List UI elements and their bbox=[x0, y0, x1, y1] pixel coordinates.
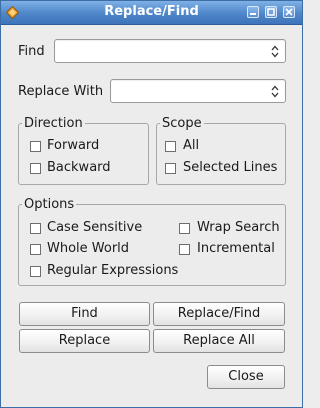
whole-world-checkbox[interactable] bbox=[30, 244, 41, 255]
replace-find-button[interactable]: Replace/Find bbox=[153, 302, 285, 326]
replace-with-label: Replace With bbox=[18, 84, 104, 99]
case-sensitive-checkbox[interactable] bbox=[30, 223, 41, 234]
close-window-button[interactable] bbox=[283, 6, 295, 18]
minimize-icon bbox=[250, 13, 256, 15]
close-button[interactable]: Close bbox=[207, 365, 285, 389]
scope-group bbox=[156, 123, 286, 185]
regular-expressions-checkbox[interactable] bbox=[30, 266, 41, 277]
replace-with-combo[interactable] bbox=[110, 79, 286, 103]
scope-title: Scope bbox=[160, 116, 204, 131]
find-label: Find bbox=[18, 44, 45, 59]
incremental-checkbox[interactable] bbox=[179, 244, 190, 255]
find-combo[interactable] bbox=[54, 39, 286, 63]
selected-lines-checkbox[interactable] bbox=[165, 163, 176, 174]
incremental-label: Incremental bbox=[197, 241, 275, 256]
close-icon bbox=[285, 8, 293, 16]
minimize-button[interactable] bbox=[247, 6, 259, 18]
selected-lines-label: Selected Lines bbox=[183, 160, 278, 175]
updown-arrows-icon bbox=[271, 85, 279, 98]
all-checkbox[interactable] bbox=[165, 141, 176, 152]
options-title: Options bbox=[22, 197, 77, 212]
maximize-icon bbox=[267, 8, 275, 16]
wrap-search-checkbox[interactable] bbox=[179, 223, 190, 234]
all-label: All bbox=[183, 138, 200, 153]
replace-button[interactable]: Replace bbox=[19, 329, 150, 353]
title-bar[interactable]: Replace/Find bbox=[1, 1, 302, 25]
maximize-button[interactable] bbox=[265, 6, 277, 18]
backward-label: Backward bbox=[47, 160, 111, 175]
whole-world-label: Whole World bbox=[47, 241, 130, 256]
backward-checkbox[interactable] bbox=[30, 163, 41, 174]
forward-checkbox[interactable] bbox=[30, 141, 41, 152]
updown-arrows-icon bbox=[271, 45, 279, 58]
case-sensitive-label: Case Sensitive bbox=[47, 220, 143, 235]
replace-all-button[interactable]: Replace All bbox=[153, 329, 285, 353]
find-button[interactable]: Find bbox=[19, 302, 150, 326]
forward-label: Forward bbox=[47, 138, 100, 153]
regular-expressions-label: Regular Expressions bbox=[47, 263, 179, 278]
direction-group bbox=[18, 123, 149, 185]
wrap-search-label: Wrap Search bbox=[197, 220, 280, 235]
replace-find-dialog: Replace/Find Find Replace With Direction… bbox=[0, 0, 303, 408]
direction-title: Direction bbox=[22, 116, 85, 131]
